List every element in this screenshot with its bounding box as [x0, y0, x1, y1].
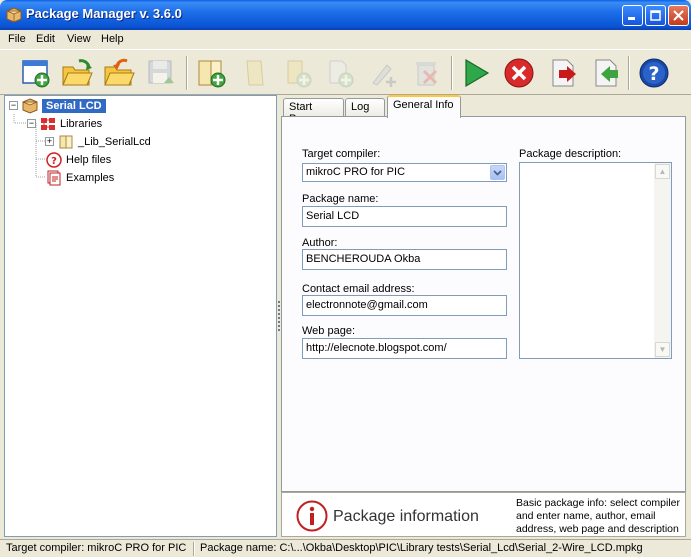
tree-item-label: Libraries	[60, 117, 103, 130]
target-compiler-value: mikroC PRO for PIC	[306, 166, 406, 178]
help-icon: ?	[639, 58, 669, 88]
info-icon	[296, 500, 328, 532]
add-help-file-button[interactable]	[280, 55, 316, 91]
package-name-field[interactable]: Serial LCD	[302, 206, 507, 227]
library-book-icon	[246, 60, 264, 86]
save-icon	[148, 60, 174, 84]
tree-item-examples[interactable]: Examples	[46, 169, 114, 186]
maximize-button[interactable]	[645, 5, 666, 26]
minimize-button[interactable]	[622, 5, 643, 26]
status-package-name: Package name: C:\...\Okba\Desktop\PIC\Li…	[200, 542, 643, 554]
collapse-icon[interactable]: −	[27, 119, 36, 128]
tab-log[interactable]: Log	[345, 98, 385, 117]
package-icon	[6, 7, 22, 23]
svg-text:?: ?	[648, 63, 659, 85]
menu-edit[interactable]: Edit	[36, 33, 55, 45]
info-banner: Package information Basic package info: …	[281, 492, 686, 537]
info-title: Package information	[333, 508, 479, 525]
tree-item-help-files[interactable]: ? Help files	[46, 151, 111, 168]
open-folder-icon	[62, 59, 93, 86]
add-example-button[interactable]	[322, 55, 358, 91]
chevron-down-icon[interactable]	[490, 165, 505, 180]
delete-icon	[416, 62, 438, 86]
export-icon	[552, 59, 576, 87]
close-icon	[673, 10, 684, 21]
menu-view[interactable]: View	[67, 33, 91, 45]
tree-item-libraries[interactable]: − Libraries	[27, 115, 102, 132]
general-info-panel: Target compiler: mikroC PRO for PIC Pack…	[281, 116, 686, 492]
help-file-icon: ?	[46, 151, 62, 168]
new-package-icon	[22, 60, 50, 88]
info-description: Basic package info: select compiler and …	[516, 497, 680, 535]
menu-bar: File Edit View Help	[0, 30, 691, 49]
svg-text:?: ?	[51, 156, 57, 167]
stop-icon	[504, 58, 534, 88]
toolbar-separator	[186, 56, 188, 90]
libraries-icon	[41, 117, 55, 130]
reopen-button[interactable]	[101, 55, 137, 91]
help-button[interactable]: ?	[636, 55, 672, 91]
author-field[interactable]: BENCHEROUDA Okba	[302, 249, 507, 270]
library-book-icon	[59, 135, 73, 148]
close-button[interactable]	[668, 5, 689, 26]
tab-general-info[interactable]: General Info	[387, 95, 461, 118]
toolbar: ?	[0, 49, 691, 95]
add-example-icon	[329, 60, 354, 88]
menu-file[interactable]: File	[8, 33, 26, 45]
target-compiler-select[interactable]: mikroC PRO for PIC	[302, 163, 507, 182]
add-help-file-icon	[287, 60, 312, 88]
open-button[interactable]	[59, 55, 95, 91]
add-library-button[interactable]	[193, 55, 229, 91]
package-description-field[interactable]: ▲ ▼	[519, 162, 672, 359]
expand-icon[interactable]: +	[45, 137, 54, 146]
status-separator	[193, 542, 195, 556]
toolbar-separator	[628, 56, 630, 90]
tab-start-page[interactable]: Start Page	[283, 98, 344, 125]
menu-help[interactable]: Help	[101, 33, 124, 45]
tree-item-label: Help files	[66, 153, 112, 166]
status-compiler: Target compiler: mikroC PRO for PIC	[6, 542, 187, 554]
tab-strip: Start Page Log General Info	[283, 95, 691, 125]
reopen-folder-icon	[104, 58, 135, 86]
maximize-icon	[650, 10, 661, 21]
minimize-icon	[628, 17, 635, 20]
library-book-button[interactable]	[237, 55, 273, 91]
stop-button[interactable]	[501, 55, 537, 91]
add-item-icon	[372, 64, 396, 87]
status-bar: Target compiler: mikroC PRO for PIC Pack…	[0, 539, 691, 557]
target-compiler-label: Target compiler:	[302, 148, 381, 160]
save-button[interactable]	[143, 55, 179, 91]
author-label: Author:	[302, 237, 338, 249]
window-title: Package Manager v. 3.6.0	[26, 6, 182, 21]
email-field[interactable]: electronnote@gmail.com	[302, 295, 507, 316]
run-button[interactable]	[458, 55, 494, 91]
new-package-button[interactable]	[18, 55, 54, 91]
tree-item-label: _Lib_SerialLcd	[78, 135, 151, 148]
toolbar-separator	[451, 56, 453, 90]
examples-icon	[47, 170, 61, 185]
delete-button[interactable]	[408, 55, 444, 91]
add-library-icon	[198, 60, 226, 88]
package-description-label: Package description:	[519, 148, 622, 160]
tree-item-label: Examples	[66, 171, 115, 184]
web-page-field[interactable]: http://elecnote.blogspot.com/	[302, 338, 507, 359]
email-label: Contact email address:	[302, 283, 415, 295]
title-bar[interactable]: Package Manager v. 3.6.0	[0, 0, 691, 30]
tree-item-library[interactable]: + _Lib_SerialLcd	[45, 133, 151, 150]
package-name-label: Package name:	[302, 193, 379, 205]
description-scrollbar[interactable]: ▲ ▼	[654, 163, 671, 358]
web-page-label: Web page:	[302, 325, 356, 337]
export-button[interactable]	[545, 55, 581, 91]
run-icon	[465, 58, 490, 88]
import-icon	[595, 59, 618, 87]
package-tree[interactable]: − Serial LCD − Libraries + _Lib_SerialLc…	[4, 95, 277, 537]
add-item-button[interactable]	[365, 55, 401, 91]
import-button[interactable]	[588, 55, 624, 91]
scroll-down-icon[interactable]: ▼	[655, 342, 670, 357]
scroll-up-icon[interactable]: ▲	[655, 164, 670, 179]
